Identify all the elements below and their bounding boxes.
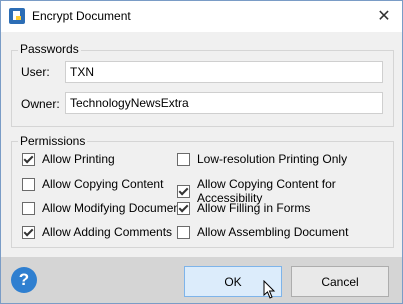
title-bar: Encrypt Document ✕ <box>1 1 402 32</box>
allow-copying-content-checkbox[interactable]: Allow Copying Content <box>22 177 163 191</box>
checkbox-label: Allow Assembling Document <box>197 225 349 239</box>
cancel-button[interactable]: Cancel <box>291 266 389 297</box>
close-icon[interactable]: ✕ <box>374 7 394 27</box>
allow-modifying-document-checkbox[interactable]: Allow Modifying Document <box>22 201 183 215</box>
passwords-legend: Passwords <box>18 42 81 56</box>
window-title: Encrypt Document <box>32 9 131 23</box>
checkbox-box[interactable] <box>177 201 190 215</box>
document-lock-icon <box>9 8 25 24</box>
checkbox-box[interactable] <box>22 152 35 166</box>
checkbox-label: Allow Filling in Forms <box>197 201 311 215</box>
checkbox-label: Low-resolution Printing Only <box>197 152 348 166</box>
checkbox-box[interactable] <box>177 184 190 198</box>
owner-password-input[interactable] <box>65 92 383 114</box>
allow-adding-comments-checkbox[interactable]: Allow Adding Comments <box>22 225 172 239</box>
owner-label: Owner: <box>21 97 60 111</box>
encrypt-document-dialog: Encrypt Document ✕ Passwords User: Owner… <box>0 0 403 304</box>
permissions-legend: Permissions <box>18 134 88 148</box>
checkbox-box[interactable] <box>22 177 35 191</box>
checkbox-box[interactable] <box>22 225 35 239</box>
help-icon[interactable]: ? <box>11 267 37 293</box>
allow-assembling-document-checkbox[interactable]: Allow Assembling Document <box>177 225 348 239</box>
user-password-input[interactable] <box>65 61 383 83</box>
checkbox-box[interactable] <box>177 152 190 166</box>
mouse-cursor-icon <box>263 280 276 299</box>
checkbox-box[interactable] <box>177 225 190 239</box>
checkbox-label: Allow Adding Comments <box>42 225 173 239</box>
allow-filling-forms-checkbox[interactable]: Allow Filling in Forms <box>177 201 310 215</box>
checkbox-label: Allow Printing <box>42 152 115 166</box>
user-label: User: <box>21 65 50 79</box>
checkbox-box[interactable] <box>22 201 35 215</box>
low-resolution-printing-checkbox[interactable]: Low-resolution Printing Only <box>177 152 347 166</box>
checkbox-label: Allow Copying Content <box>42 177 164 191</box>
allow-printing-checkbox[interactable]: Allow Printing <box>22 152 115 166</box>
checkbox-label: Allow Modifying Document <box>42 201 184 215</box>
